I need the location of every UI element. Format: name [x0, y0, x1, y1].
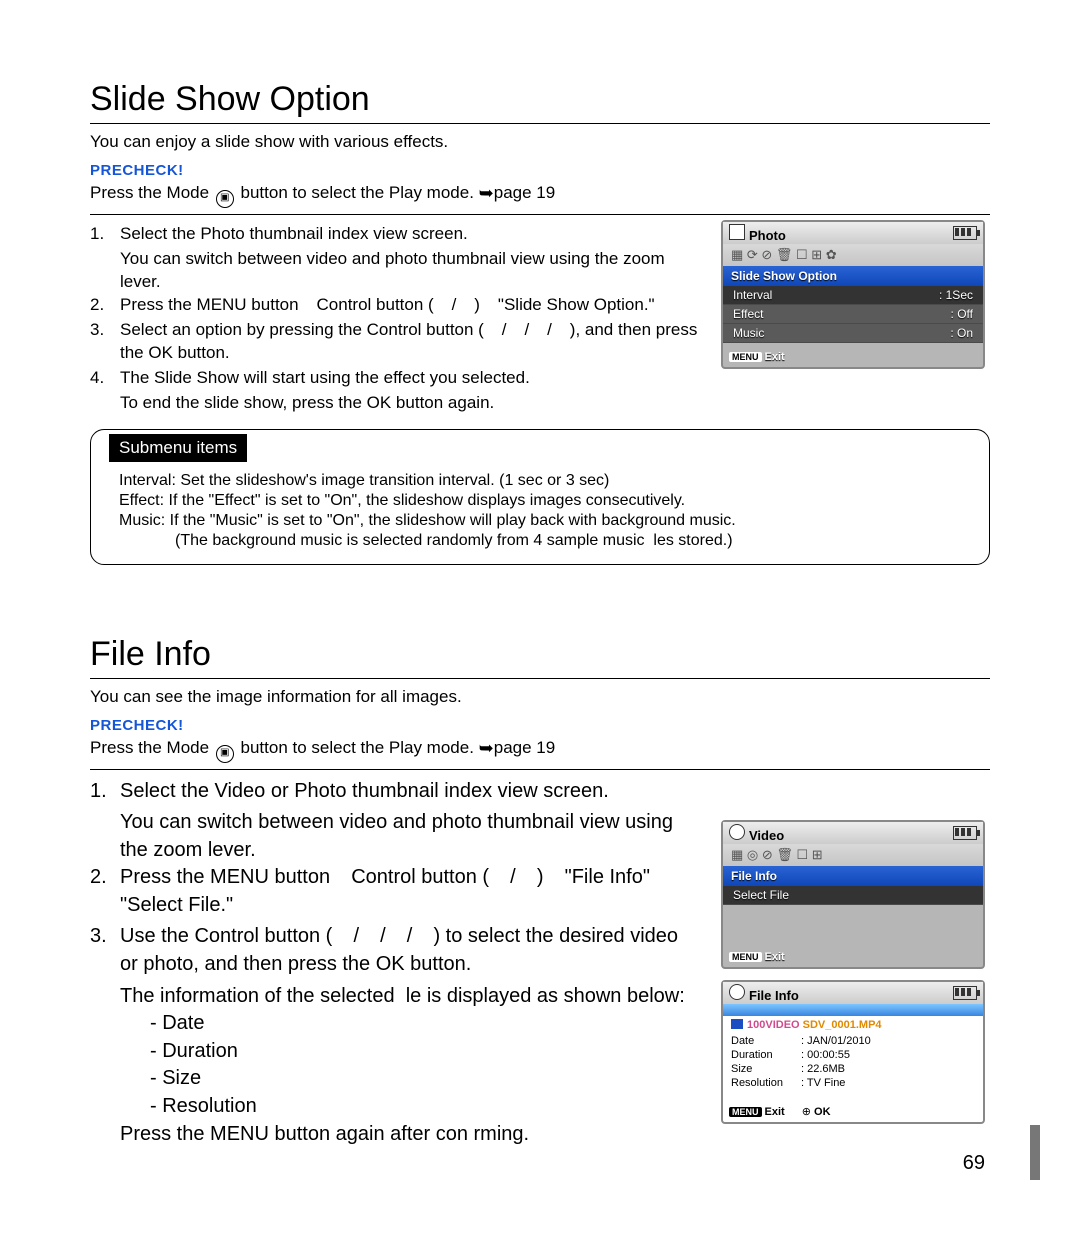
video-mode-icon — [729, 824, 745, 840]
mode-instruction: Press the Mode ▣ button to select the Pl… — [90, 738, 990, 763]
submenu-item: Effect: If the "Effect" is set to "On", … — [119, 492, 971, 510]
intro-text: You can see the image information for al… — [90, 687, 990, 707]
info-bullet: - Duration — [150, 1038, 700, 1066]
info-row: Resolution: TV Fine — [723, 1076, 983, 1090]
tab-marker — [1030, 1125, 1040, 1180]
battery-icon — [953, 826, 977, 840]
mode-instruction: Press the Mode ▣ button to select the Pl… — [90, 183, 990, 208]
photo-mode-icon — [729, 224, 745, 240]
info-bullet: - Date — [150, 1010, 700, 1038]
info-row: Date: JAN/01/2010 — [723, 1034, 983, 1048]
info-row: Size: 22.6MB — [723, 1062, 983, 1076]
step-sub: You can switch between video and photo t… — [120, 809, 700, 864]
precheck-label: PRECHECK! — [90, 717, 990, 734]
step-sub: To end the slide show, press the OK butt… — [120, 392, 710, 415]
mode-button-icon: ▣ — [216, 745, 234, 763]
section-title-slideshow: Slide Show Option — [90, 80, 990, 124]
page-number: 69 — [963, 1152, 985, 1175]
info-bullet: - Resolution — [150, 1093, 700, 1121]
intro-text: You can enjoy a slide show with various … — [90, 132, 990, 152]
step-sub: You can switch between video and photo t… — [120, 248, 710, 294]
menu-exit: MENUExit — [729, 351, 785, 363]
info-bullet: - Size — [150, 1065, 700, 1093]
submenu-item: Interval: Set the slideshow's image tran… — [119, 472, 971, 490]
menu-exit-ok: MENUExit ⊕ OK — [729, 1105, 831, 1118]
battery-icon — [953, 226, 977, 240]
menu-row: Interval: 1Sec — [723, 286, 983, 305]
info-row: Duration: 00:00:55 — [723, 1048, 983, 1062]
precheck-label: PRECHECK! — [90, 162, 990, 179]
submenu-box: Submenu items Interval: Set the slidesho… — [90, 429, 990, 565]
divider — [90, 769, 990, 770]
menu-row: Effect: Off — [723, 305, 983, 324]
step-tail: Press the MENU button again after con rm… — [120, 1121, 700, 1149]
battery-icon — [953, 986, 977, 1000]
steps-slideshow: 1.Select the Photo thumbnail index view … — [90, 223, 710, 415]
toolbar-icons: ▦ ◎ ⊘ 🗑 ☐ ⊞ — [723, 844, 983, 866]
camera-screen-fileinfo-detail: File Info 100VIDEO SDV_0001.MP4 Date: JA… — [721, 980, 985, 1124]
menu-row: Music: On — [723, 324, 983, 343]
arrow-icon: ➥ — [479, 183, 494, 203]
menu-banner: Slide Show Option — [723, 266, 983, 286]
submenu-note: (The background music is selected random… — [175, 532, 971, 550]
menu-row: Select File — [723, 886, 983, 905]
submenu-heading: Submenu items — [109, 434, 247, 462]
info-mode-icon — [729, 984, 745, 1000]
section-title-fileinfo: File Info — [90, 635, 990, 679]
camera-screen-slideshow: Photo ▦ ⟳ ⊘ 🗑 ☐ ⊞ ✿ Slide Show Option In… — [721, 220, 985, 369]
menu-banner: File Info — [723, 866, 983, 886]
file-path: 100VIDEO SDV_0001.MP4 — [723, 1016, 983, 1034]
camera-screen-fileinfo: Video ▦ ◎ ⊘ 🗑 ☐ ⊞ File Info Select File … — [721, 820, 985, 969]
mode-button-icon: ▣ — [216, 190, 234, 208]
info-banner — [723, 1004, 983, 1016]
menu-exit: MENUExit — [729, 951, 785, 963]
arrow-icon: ➥ — [479, 738, 494, 758]
step-sub: The information of the selected le is di… — [120, 983, 700, 1011]
steps-fileinfo: 1.Select the Video or Photo thumbnail in… — [90, 778, 700, 1149]
toolbar-icons: ▦ ⟳ ⊘ 🗑 ☐ ⊞ ✿ — [723, 244, 983, 266]
folder-icon — [731, 1019, 743, 1029]
submenu-item: Music: If the "Music" is set to "On", th… — [119, 512, 971, 530]
divider — [90, 214, 990, 215]
